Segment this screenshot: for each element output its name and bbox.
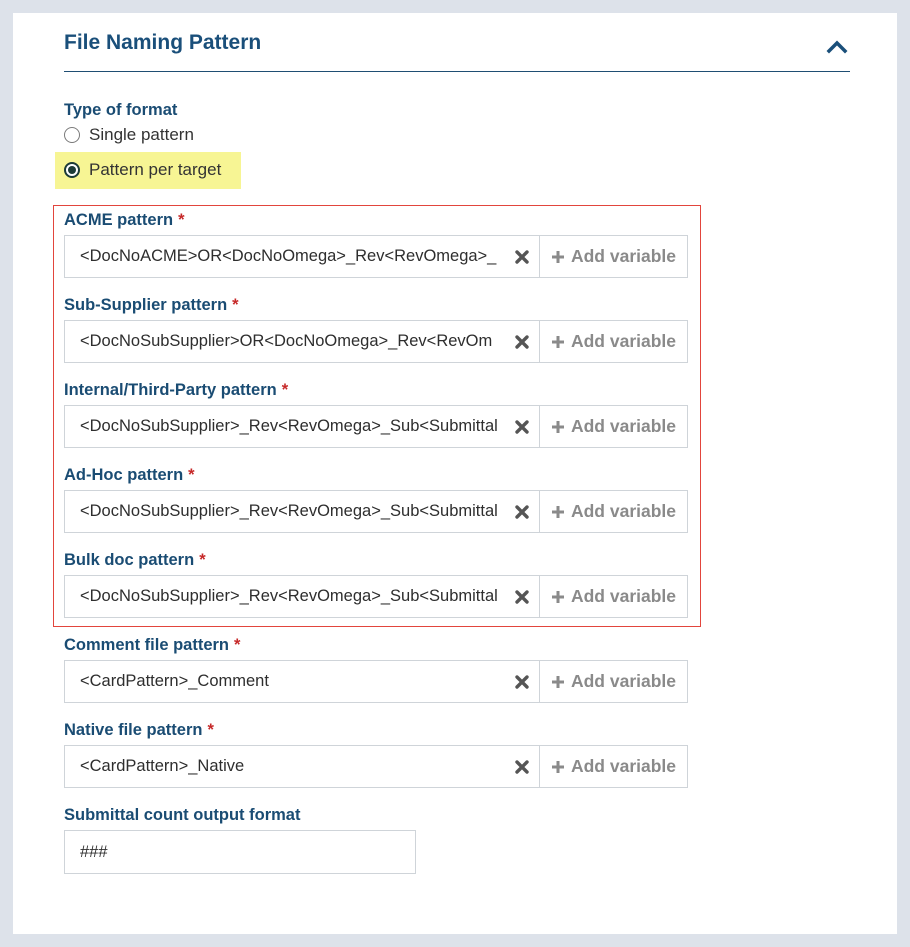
clear-icon[interactable] <box>513 333 531 351</box>
sub-supplier-pattern-input[interactable] <box>65 321 539 362</box>
native-file-pattern-input[interactable] <box>65 746 539 787</box>
input-wrapper <box>65 746 539 787</box>
section-title: File Naming Pattern <box>64 31 262 54</box>
chevron-up-icon[interactable] <box>824 33 850 59</box>
add-variable-button[interactable]: Add variable <box>539 746 687 787</box>
input-wrapper <box>65 236 539 277</box>
bulk-doc-pattern-label: Bulk doc pattern * <box>64 551 206 570</box>
input-wrapper <box>65 576 539 617</box>
section-header: File Naming Pattern <box>64 29 850 72</box>
field-label: ACME pattern <box>64 211 174 229</box>
field-label: Comment file pattern <box>64 636 230 654</box>
add-variable-button[interactable]: Add variable <box>539 491 687 532</box>
comment-file-pattern-label: Comment file pattern * <box>64 636 240 655</box>
plus-icon <box>551 420 564 433</box>
submittal-count-label: Submittal count output format <box>64 806 301 824</box>
radio-button[interactable] <box>64 127 80 143</box>
submittal-count-input[interactable] <box>65 831 415 873</box>
radio-label: Pattern per target <box>89 160 222 179</box>
bulk-doc-pattern-field: Add variable <box>64 575 688 618</box>
ad-hoc-pattern-field: Add variable <box>64 490 688 533</box>
sub-supplier-pattern-field: Add variable <box>64 320 688 363</box>
comment-file-pattern-field: Add variable <box>64 660 688 703</box>
required-marker: * <box>232 296 239 314</box>
required-marker: * <box>199 551 206 569</box>
input-wrapper <box>65 406 539 447</box>
required-marker: * <box>178 211 185 229</box>
add-variable-label: Add variable <box>570 416 677 436</box>
plus-icon <box>551 675 564 688</box>
field-label: Bulk doc pattern <box>64 551 195 569</box>
plus-icon <box>551 590 564 603</box>
internal-third-party-pattern-field: Add variable <box>64 405 688 448</box>
add-variable-label: Add variable <box>570 671 677 691</box>
field-label: Native file pattern <box>64 721 203 739</box>
add-variable-label: Add variable <box>570 501 677 521</box>
plus-icon <box>551 250 564 263</box>
plus-icon <box>551 335 564 348</box>
bulk-doc-pattern-input[interactable] <box>65 576 539 617</box>
add-variable-button[interactable]: Add variable <box>539 661 687 702</box>
plus-icon <box>551 505 564 518</box>
submittal-count-field <box>64 830 416 874</box>
ad-hoc-pattern-input[interactable] <box>65 491 539 532</box>
settings-card: File Naming Pattern Type of format Singl… <box>13 13 897 934</box>
add-variable-label: Add variable <box>570 331 677 351</box>
format-type-label: Type of format <box>64 101 178 119</box>
acme-pattern-label: ACME pattern * <box>64 211 185 230</box>
required-marker: * <box>207 721 214 739</box>
field-label: Ad-Hoc pattern <box>64 466 184 484</box>
plus-icon <box>551 760 564 773</box>
field-label: Internal/Third-Party pattern <box>64 381 277 399</box>
ad-hoc-pattern-label: Ad-Hoc pattern * <box>64 466 195 485</box>
native-file-pattern-field: Add variable <box>64 745 688 788</box>
internal-third-party-pattern-input[interactable] <box>65 406 539 447</box>
required-marker: * <box>188 466 195 484</box>
add-variable-button[interactable]: Add variable <box>539 236 687 277</box>
add-variable-label: Add variable <box>570 246 677 266</box>
add-variable-button[interactable]: Add variable <box>539 406 687 447</box>
radio-label: Single pattern <box>89 125 194 144</box>
field-label: Sub-Supplier pattern <box>64 296 228 314</box>
clear-icon[interactable] <box>513 418 531 436</box>
native-file-pattern-label: Native file pattern * <box>64 721 214 740</box>
sub-supplier-pattern-label: Sub-Supplier pattern * <box>64 296 239 315</box>
radio-pattern-per-target[interactable]: Pattern per target <box>64 156 221 184</box>
clear-icon[interactable] <box>513 503 531 521</box>
clear-icon[interactable] <box>513 588 531 606</box>
internal-third-party-pattern-label: Internal/Third-Party pattern * <box>64 381 288 400</box>
input-wrapper <box>65 661 539 702</box>
clear-icon[interactable] <box>513 673 531 691</box>
add-variable-button[interactable]: Add variable <box>539 576 687 617</box>
required-marker: * <box>234 636 241 654</box>
required-marker: * <box>281 381 289 399</box>
add-variable-button[interactable]: Add variable <box>539 321 687 362</box>
radio-button-checked[interactable] <box>64 162 80 178</box>
acme-pattern-input[interactable] <box>65 236 539 277</box>
radio-single-pattern[interactable]: Single pattern <box>64 121 194 149</box>
acme-pattern-field: Add variable <box>64 235 688 278</box>
input-wrapper <box>65 491 539 532</box>
add-variable-label: Add variable <box>570 756 677 776</box>
input-wrapper <box>65 321 539 362</box>
clear-icon[interactable] <box>513 248 531 266</box>
add-variable-label: Add variable <box>570 586 677 606</box>
comment-file-pattern-input[interactable] <box>65 661 539 702</box>
clear-icon[interactable] <box>513 758 531 776</box>
